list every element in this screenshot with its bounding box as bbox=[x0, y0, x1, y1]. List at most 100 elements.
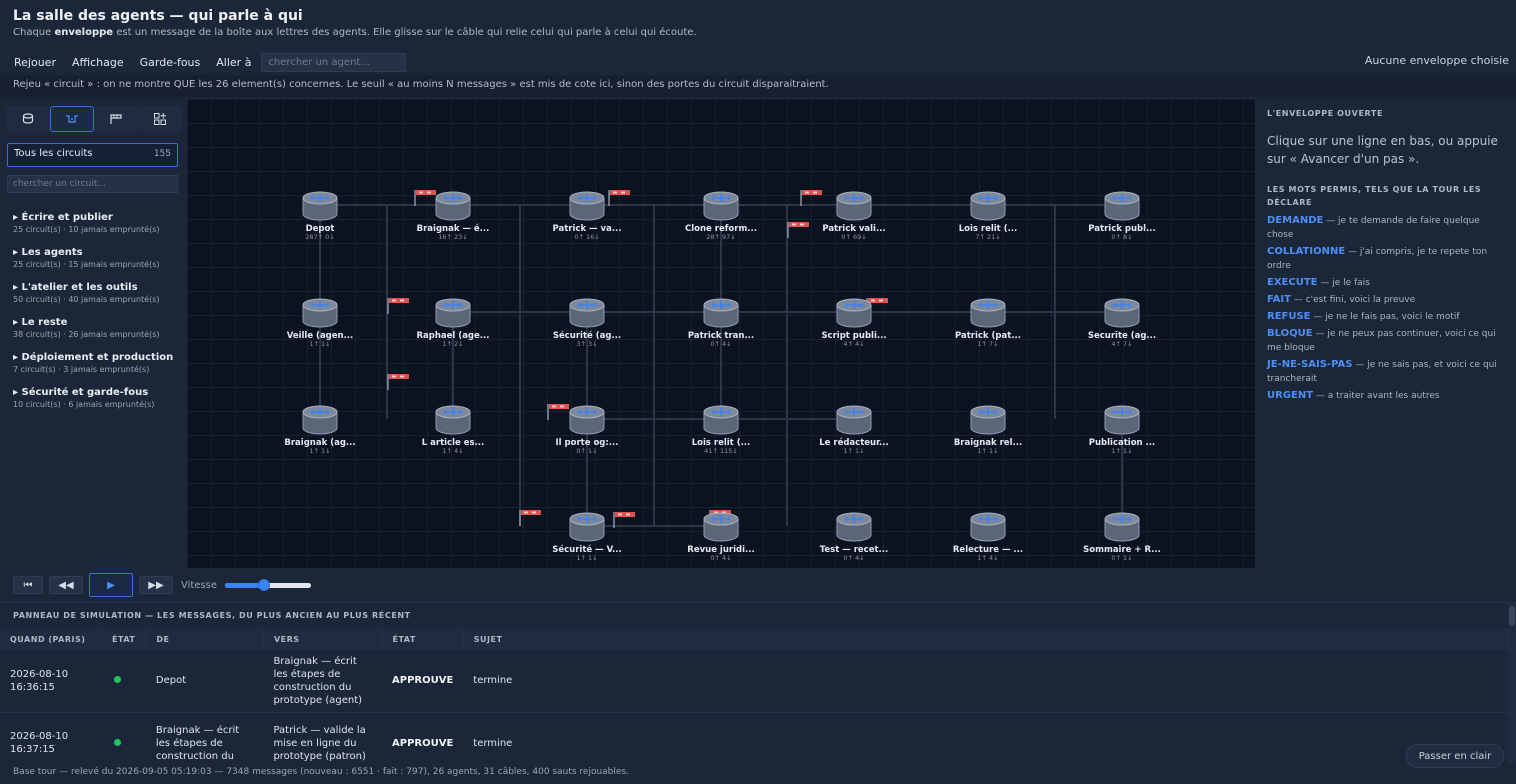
circuit-groups: ▸ Écrire et publier 25 circuit(s) · 10 ja… bbox=[13, 211, 183, 421]
agent-node[interactable]: Sécurité (ag...3↑ 3↓ bbox=[553, 298, 621, 348]
circuit-group[interactable]: ▸ Le reste 38 circuit(s) · 26 jamais empr… bbox=[13, 316, 183, 340]
col-status[interactable]: ÉTAT bbox=[101, 629, 147, 650]
circuit-group-title: ▸ Écrire et publier bbox=[13, 212, 113, 223]
play-button[interactable]: ▶ bbox=[89, 573, 133, 597]
circuit-group-count: 50 circuit(s) · 40 jamais emprunté(s) bbox=[13, 295, 160, 304]
alert-flag-icon[interactable] bbox=[608, 190, 630, 206]
agent-node[interactable]: Script publi...4↑ 4↓ bbox=[821, 298, 887, 348]
agent-node[interactable]: Test — recet...0↑ 4↓ bbox=[820, 512, 889, 562]
agent-node[interactable]: Patrick (pat...1↑ 7↓ bbox=[955, 298, 1021, 348]
status-dot bbox=[113, 676, 121, 684]
view-flag-button[interactable] bbox=[94, 106, 138, 132]
agent-node[interactable]: Securite (ag...4↑ 7↓ bbox=[1088, 298, 1156, 348]
agent-node-stats: 41↑ 115↓ bbox=[704, 447, 738, 455]
agent-node[interactable]: Veille (agen...1↑ 1↓ bbox=[287, 298, 354, 348]
circuit-group[interactable]: ▸ Les agents 25 circuit(s) · 15 jamais em… bbox=[13, 246, 183, 270]
circuit-group[interactable]: ▸ Sécurité et garde-fous 10 circuit(s) · … bbox=[13, 386, 183, 410]
col-when[interactable]: QUAND (PARIS) bbox=[0, 629, 103, 650]
agent-node[interactable]: Publication ...1↑ 1↓ bbox=[1089, 405, 1155, 455]
agent-node-stats: 0↑ 1↓ bbox=[1111, 554, 1132, 562]
agent-node[interactable]: Patrick — va...0↑ 16↓ bbox=[553, 191, 622, 241]
col-state[interactable]: ÉTAT bbox=[382, 629, 464, 650]
agent-nodes: Depot287↑ 0↓ Braignak — é...16↑ 23↓ Patric… bbox=[284, 191, 1161, 562]
circuit-group-count: 25 circuit(s) · 15 jamais emprunté(s) bbox=[13, 260, 160, 269]
step-back-button[interactable]: ◀◀ bbox=[49, 576, 83, 594]
agent-node[interactable]: Clone reform...28↑ 97↓ bbox=[685, 191, 757, 241]
agent-node[interactable]: Sécurité — V...1↑ 1↓ bbox=[552, 512, 622, 562]
col-from[interactable]: DE bbox=[145, 629, 264, 650]
app-header: La salle des agents — qui parle à qui Ch… bbox=[0, 0, 1516, 48]
circuit-search-input[interactable] bbox=[7, 175, 178, 193]
circuit-group-count: 25 circuit(s) · 10 jamais emprunté(s) bbox=[13, 225, 160, 234]
agent-node[interactable]: Revue juridi...0↑ 4↓ bbox=[687, 512, 755, 562]
table-scrollbar[interactable] bbox=[1508, 603, 1516, 763]
menu-rejouer[interactable]: Rejouer bbox=[6, 56, 64, 69]
circuit-group[interactable]: ▸ Écrire et publier 25 circuit(s) · 10 ja… bbox=[13, 211, 183, 235]
alert-flag-icon[interactable] bbox=[387, 298, 409, 314]
agent-node[interactable]: Braignak (ag...1↑ 1↓ bbox=[284, 405, 356, 455]
agent-node-stats: 0↑ 4↓ bbox=[843, 554, 864, 562]
agent-node[interactable]: Relecture — ...1↑ 4↓ bbox=[953, 512, 1023, 562]
simulation-title: PANNEAU DE SIMULATION — LES MESSAGES, DU… bbox=[0, 602, 1516, 629]
verb-item: EXECUTE — je le fais bbox=[1267, 277, 1370, 288]
agent-node[interactable]: Lois relit (...7↑ 21↓ bbox=[959, 191, 1018, 241]
circuit-group-title: ▸ L'atelier et les outils bbox=[13, 282, 138, 293]
alert-flag-icon[interactable] bbox=[387, 374, 409, 390]
verb-item: FAIT — c'est fini, voici la preuve bbox=[1267, 294, 1416, 305]
agent-node[interactable]: L article es...1↑ 4↓ bbox=[422, 405, 484, 455]
alert-flag-icon[interactable] bbox=[547, 404, 569, 420]
circuit-group-title: ▸ Déploiement et production bbox=[13, 352, 174, 363]
alert-flag-icon[interactable] bbox=[787, 222, 809, 238]
agent-node-stats: 0↑ 4↓ bbox=[710, 554, 731, 562]
agent-node-stats: 1↑ 7↓ bbox=[977, 340, 998, 348]
agent-node[interactable]: Braignak rel...1↑ 1↓ bbox=[954, 405, 1022, 455]
agent-node-stats: 7↑ 21↓ bbox=[975, 233, 1000, 241]
circuit-group[interactable]: ▸ L'atelier et les outils 50 circuit(s) ·… bbox=[13, 281, 183, 305]
all-circuits-item[interactable]: Tous les circuits 155 bbox=[7, 143, 178, 167]
circuit-group[interactable]: ▸ Déploiement et production 7 circuit(s) … bbox=[13, 351, 183, 375]
view-toggle-row bbox=[6, 106, 182, 132]
alert-flag-icon[interactable] bbox=[414, 190, 436, 206]
view-database-button[interactable] bbox=[6, 106, 50, 132]
cell-from: Braignak — écrit les étapes de construct… bbox=[145, 712, 264, 764]
cell-to: Braignak — écrit les étapes de construct… bbox=[263, 650, 382, 713]
speed-label: Vitesse bbox=[181, 579, 218, 591]
agent-search-input[interactable] bbox=[261, 52, 407, 72]
alert-flag-icon[interactable] bbox=[519, 510, 541, 526]
agent-node[interactable]: Patrick vali...0↑ 69↓ bbox=[822, 191, 886, 241]
agent-node[interactable]: Lois relit (...41↑ 115↓ bbox=[692, 405, 751, 455]
envelope-heading: L'ENVELOPPE OUVERTE bbox=[1267, 109, 1384, 118]
circuits-sidebar: Tous les circuits 155 ▸ Écrire et publie… bbox=[0, 97, 186, 569]
speed-slider[interactable] bbox=[225, 578, 312, 592]
agent-node-stats: 4↑ 4↓ bbox=[843, 340, 864, 348]
agent-node[interactable]: Depot287↑ 0↓ bbox=[302, 191, 338, 241]
step-forward-button[interactable]: ▶▶ bbox=[139, 576, 173, 594]
all-circuits-label: Tous les circuits bbox=[14, 148, 93, 159]
table-row[interactable]: 2026-08-10 16:36:15 Depot Braignak — écr… bbox=[0, 650, 1508, 713]
agent-node[interactable]: Raphael (age...1↑ 2↓ bbox=[417, 298, 490, 348]
col-to[interactable]: VERS bbox=[263, 629, 383, 650]
agent-node[interactable]: Le rédacteur...1↑ 1↓ bbox=[819, 405, 889, 455]
alert-flag-icon[interactable] bbox=[800, 190, 822, 206]
agent-node[interactable]: Patrick publ...0↑ 8↓ bbox=[1088, 191, 1156, 241]
network-canvas[interactable]: Depot 287↑ 0↓ Braignak — é... 16↑ 23↓ Patric… bbox=[187, 99, 1255, 568]
agent-node[interactable]: Braignak — é...16↑ 23↓ bbox=[417, 191, 490, 241]
circuit-group-count: 10 circuit(s) · 6 jamais emprunté(s) bbox=[13, 400, 155, 409]
menu-aller-a[interactable]: Aller à bbox=[208, 56, 259, 69]
speed-slider-thumb[interactable] bbox=[257, 579, 270, 591]
flag-icon bbox=[110, 114, 122, 124]
menu-affichage[interactable]: Affichage bbox=[64, 56, 132, 69]
table-row[interactable]: 2026-08-10 16:37:15 Braignak — écrit les… bbox=[0, 712, 1508, 764]
col-subject[interactable]: SUJET bbox=[463, 629, 1508, 650]
view-waveform-button[interactable] bbox=[50, 106, 94, 132]
agent-node-stats: 4↑ 7↓ bbox=[1111, 340, 1132, 348]
menu-garde-fous[interactable]: Garde-fous bbox=[132, 56, 209, 69]
database-icon bbox=[22, 113, 34, 124]
skip-start-button[interactable]: ⏮ bbox=[13, 576, 43, 594]
agent-node[interactable]: Patrick tran...0↑ 4↓ bbox=[688, 298, 754, 348]
clear-mode-button[interactable]: Passer en clair bbox=[1406, 744, 1504, 768]
agent-node[interactable]: Il porte og:...0↑ 1↓ bbox=[556, 405, 619, 455]
agent-node[interactable]: Sommaire + R...0↑ 1↓ bbox=[1083, 512, 1161, 562]
scrollbar-thumb[interactable] bbox=[1509, 606, 1515, 626]
view-grid-add-button[interactable] bbox=[138, 106, 182, 132]
